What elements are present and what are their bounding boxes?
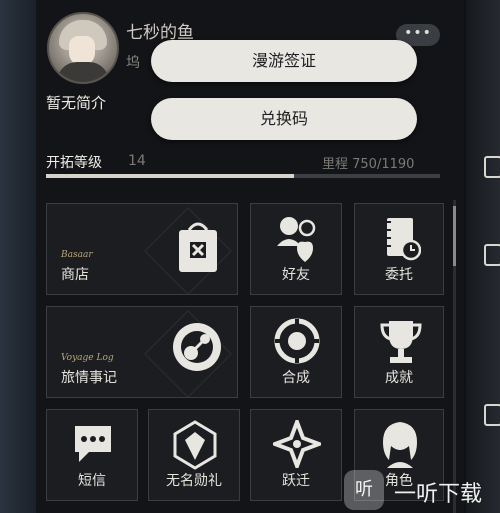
travel-log-label: 旅情事记 (61, 370, 117, 386)
watermark-logo: 听 (344, 470, 384, 510)
synthesis-icon (274, 318, 320, 364)
shop-label: 商店 (61, 267, 89, 283)
watermark-text: 一听下载 (394, 482, 483, 507)
watermark: 听 一听下载 (344, 470, 500, 513)
shop-subtitle: Basaar (61, 250, 93, 260)
avatar[interactable] (47, 12, 119, 84)
assignments-label: 委托 (385, 267, 413, 283)
message-bubble-icon (75, 426, 111, 462)
nameless-honor-icon (173, 420, 217, 470)
bio-text: 暂无简介 (46, 94, 107, 112)
side-gear-icon[interactable] (484, 404, 500, 426)
side-phone-icon[interactable] (484, 156, 500, 178)
redeem-code-button[interactable]: 兑换码 (151, 98, 417, 140)
assignments-tile[interactable]: 委托 (354, 203, 444, 295)
warp-star-icon (273, 420, 321, 468)
shopping-bag-icon (179, 222, 217, 272)
travel-log-subtitle: Voyage Log (61, 353, 114, 363)
warp-label: 跃迁 (282, 473, 310, 489)
character-icon (383, 422, 417, 468)
achievements-label: 成就 (385, 370, 413, 386)
mileage-text: 里程 750/1190 (322, 157, 415, 172)
friends-tile[interactable]: 好友 (250, 203, 342, 295)
level-progress-bar (46, 174, 440, 178)
background-left (0, 0, 40, 513)
travel-log-icon (173, 323, 221, 371)
trailblaze-level-value: 14 (128, 153, 146, 169)
nameless-honor-tile[interactable]: 无名勋礼 (148, 409, 240, 501)
achievements-tile[interactable]: 成就 (354, 306, 444, 398)
shop-tile[interactable]: Basaar 商店 (46, 203, 238, 295)
uid-text: 坞 (126, 55, 140, 71)
messages-label: 短信 (78, 473, 106, 489)
travel-log-tile[interactable]: Voyage Log 旅情事记 (46, 306, 238, 398)
side-bag-icon[interactable] (484, 244, 500, 266)
scrollbar-thumb[interactable] (453, 206, 456, 266)
trailblaze-level-label: 开拓等级 (46, 155, 102, 171)
roaming-visa-button[interactable]: 漫游签证 (151, 40, 417, 82)
level-progress-fill (46, 174, 295, 178)
friends-label: 好友 (282, 267, 310, 283)
friends-icon (277, 217, 316, 262)
messages-tile[interactable]: 短信 (46, 409, 138, 501)
synthesis-tile[interactable]: 合成 (250, 306, 342, 398)
synthesis-label: 合成 (282, 370, 310, 386)
assignment-book-icon (385, 218, 421, 261)
warp-tile[interactable]: 跃迁 (250, 409, 342, 501)
trophy-icon (380, 321, 422, 363)
nameless-honor-label: 无名勋礼 (166, 473, 222, 489)
